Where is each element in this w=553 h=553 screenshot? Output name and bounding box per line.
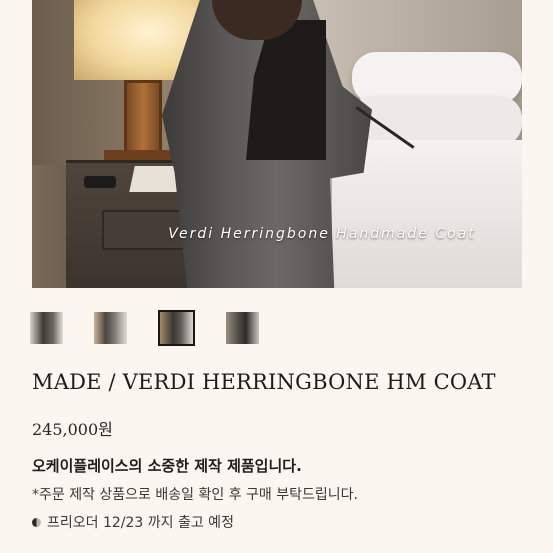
image-caption: Verdi Herringbone Handmade Coat xyxy=(168,226,476,242)
thumbnail-1[interactable] xyxy=(30,312,63,344)
thumbnail-2[interactable] xyxy=(94,312,127,344)
product-title: MADE / VERDI HERRINGBONE HM COAT xyxy=(32,370,496,394)
half-circle-icon xyxy=(32,517,41,527)
notice-preorder: 프리오더 12/23 까지 출고 예정 xyxy=(32,512,234,532)
thumbnail-strip xyxy=(30,310,280,346)
product-price: 245,000원 xyxy=(32,420,113,439)
remote xyxy=(84,176,116,188)
notice-preorder-text: 프리오더 12/23 까지 출고 예정 xyxy=(47,515,234,531)
notice-order: *주문 제작 상품으로 배송일 확인 후 구매 부탁드립니다. xyxy=(32,487,358,503)
notice-handmade: 오케이플레이스의 소중한 제작 제품입니다. xyxy=(32,457,302,475)
thumbnail-4[interactable] xyxy=(226,312,259,344)
lamp-base xyxy=(124,80,162,156)
product-main-image: Verdi Herringbone Handmade Coat xyxy=(32,0,522,288)
thumbnail-3-selected[interactable] xyxy=(158,310,195,346)
